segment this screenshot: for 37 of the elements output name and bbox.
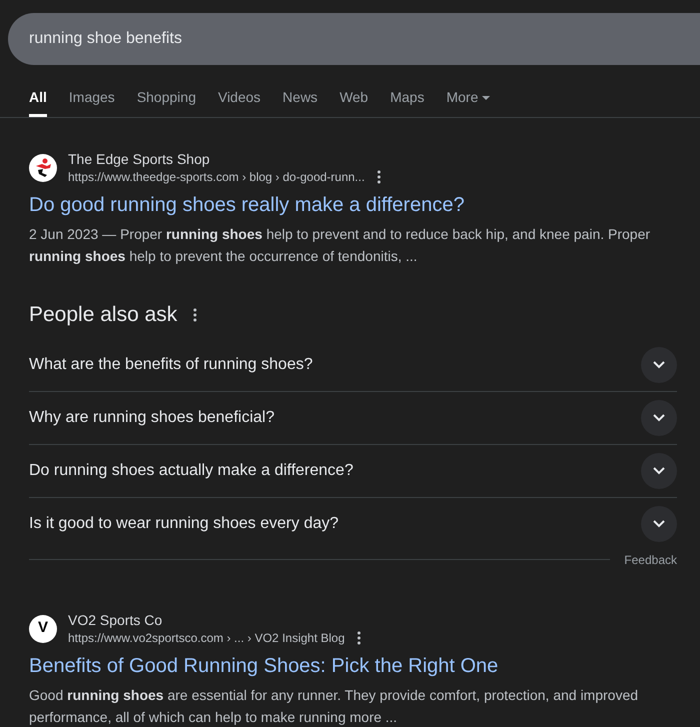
- result-snippet: 2 Jun 2023 — Proper running shoes help to prevent and to reduce back hip, and knee pain. Proper running shoes help to prevent the occurrence of tendonitis, ...: [29, 225, 652, 266]
- chevron-icon: [653, 360, 665, 368]
- question-text[interactable]: What are the benefits of running shoes?: [29, 352, 313, 376]
- search-tab[interactable]: Shopping: [136, 78, 196, 117]
- expand-button[interactable]: [641, 506, 677, 542]
- result-snippet: Good running shoes are essential for any runner. They provide comfort, protection, and improved performance, all of which can help to make running more ...: [29, 686, 640, 727]
- question-text[interactable]: Why are running shoes beneficial?: [29, 406, 274, 430]
- search-tab[interactable]: Web: [340, 78, 368, 117]
- result-title-link[interactable]: Benefits of Good Running Shoes: Pick the Right One: [29, 652, 677, 678]
- question-text[interactable]: Do running shoes actually make a difference?: [29, 458, 354, 482]
- dropdown-caret-icon: [482, 96, 490, 100]
- expand-button[interactable]: [641, 400, 677, 436]
- site-url: https://www.vo2sportsco.com › ... › VO2 Insight Blog: [68, 630, 345, 646]
- question-text[interactable]: Is it good to wear running shoes every day?: [29, 512, 339, 536]
- feedback-link[interactable]: Feedback: [624, 550, 677, 568]
- runner-logo-icon: [29, 154, 57, 182]
- search-tab[interactable]: More: [446, 78, 490, 117]
- site-name: VO2 Sports Co: [68, 610, 164, 628]
- search-tab[interactable]: Maps: [390, 78, 424, 117]
- search-tab[interactable]: Images: [68, 78, 115, 117]
- search-tab[interactable]: News: [282, 78, 318, 117]
- chevron-icon: [653, 520, 665, 528]
- result-title-link[interactable]: Do good running shoes really make a difference?: [29, 192, 677, 218]
- expand-button[interactable]: [641, 452, 677, 488]
- chevron-icon: [653, 466, 665, 474]
- more-options-icon[interactable]: [356, 630, 361, 644]
- site-url: https://www.theedge-sports.com › blog › do-good-runn...: [68, 169, 365, 186]
- section-heading: People also ask: [29, 302, 178, 328]
- more-options-icon[interactable]: [193, 308, 198, 322]
- search-tab[interactable]: Videos: [218, 78, 261, 117]
- search-field[interactable]: running shoe benefits: [8, 13, 700, 65]
- search-tab[interactable]: All: [29, 78, 47, 117]
- chevron-icon: [653, 414, 665, 422]
- site-logo-icon: V: [29, 614, 57, 642]
- more-options-icon[interactable]: [376, 170, 381, 184]
- expand-button[interactable]: [641, 346, 677, 382]
- site-name: The Edge Sports Shop: [68, 150, 211, 168]
